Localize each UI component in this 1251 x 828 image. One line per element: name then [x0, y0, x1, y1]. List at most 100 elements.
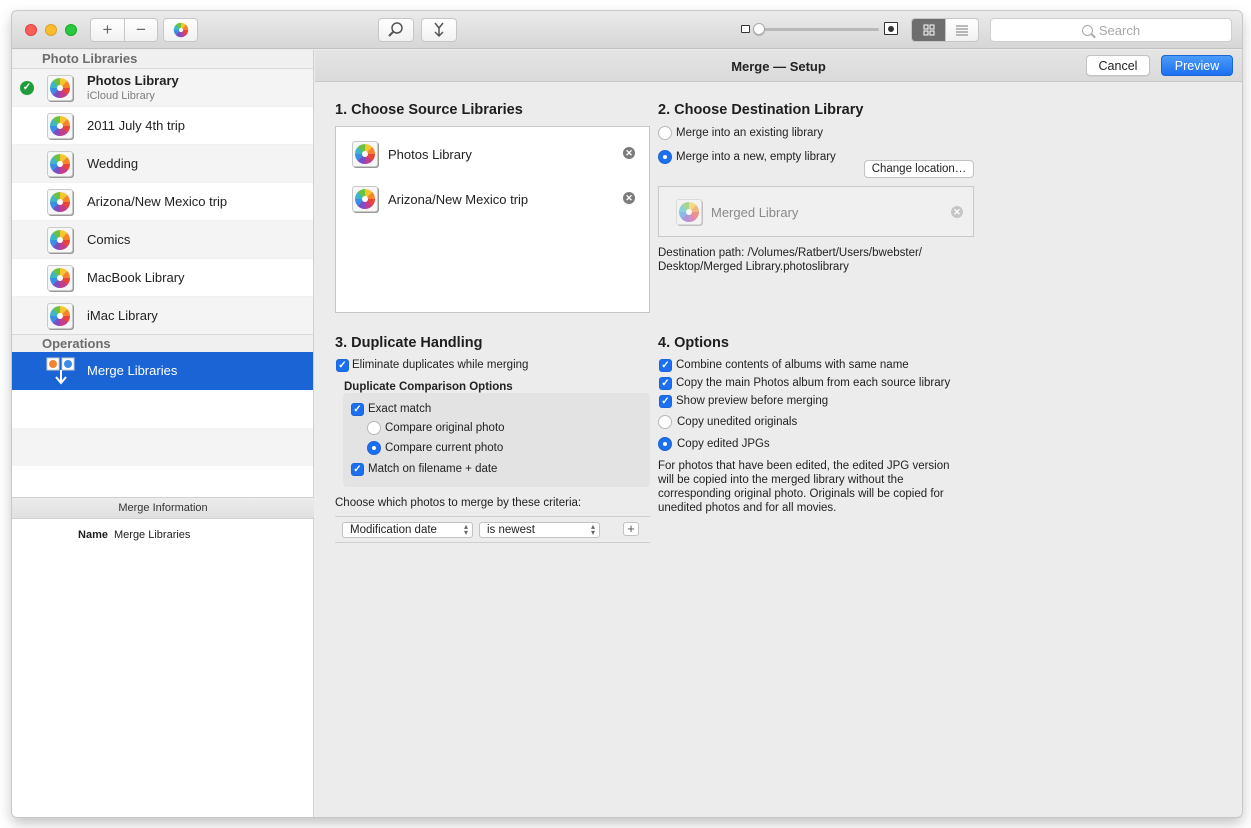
merge-arrow-icon [434, 22, 444, 38]
list-view-button[interactable] [945, 19, 978, 41]
photos-library-icon [352, 186, 378, 212]
sidebar-item-photos-library[interactable]: ✓ Photos Library iCloud Library [12, 68, 313, 106]
photos-icon [171, 21, 190, 40]
remove-button[interactable]: − [124, 19, 157, 41]
photos-library-icon [47, 227, 73, 253]
preview-button[interactable]: Preview [1161, 55, 1233, 76]
remove-source-icon[interactable]: ✕ [623, 147, 635, 159]
minimize-window-button[interactable] [45, 24, 57, 36]
library-name: iMac Library [87, 308, 158, 323]
list-icon [956, 25, 968, 36]
photos-library-icon [676, 199, 702, 225]
library-name: Comics [87, 232, 131, 247]
criteria-label: Choose which photos to merge by these cr… [335, 497, 582, 509]
photos-app-button[interactable] [163, 18, 198, 42]
photos-library-icon [352, 141, 378, 167]
copy-edited-radio[interactable] [658, 437, 672, 451]
source-libraries-list: Photos Library ✕ Arizona/New Mexico trip… [335, 126, 650, 313]
empty-row [12, 390, 313, 428]
sidebar-item-merge-libraries[interactable]: Merge Libraries [12, 352, 313, 390]
copy-unedited-label: Copy unedited originals [677, 416, 798, 428]
thumbnail-size-slider[interactable] [741, 22, 899, 36]
sidebar-item-library[interactable]: MacBook Library [12, 258, 313, 296]
source-libraries-heading: 1. Choose Source Libraries [335, 102, 523, 118]
photos-library-icon [47, 75, 73, 101]
zoom-window-button[interactable] [65, 24, 77, 36]
search-field[interactable]: Search [990, 18, 1232, 42]
criteria-rule-popup[interactable]: is newest ▴ ▾ [479, 522, 600, 538]
show-preview-checkbox[interactable]: ✓ [659, 395, 672, 408]
merge-new-label: Merge into a new, empty library [676, 151, 836, 163]
photos-library-icon [47, 151, 73, 177]
operation-label: Merge Libraries [87, 363, 178, 378]
change-location-button[interactable]: Change location… [864, 160, 974, 178]
combine-albums-label: Combine contents of albums with same nam… [676, 359, 909, 371]
merge-information-header: Merge Information [12, 497, 314, 519]
merge-new-radio[interactable] [658, 150, 672, 164]
destination-library-heading: 2. Choose Destination Library [658, 102, 864, 118]
criteria-bar: Modification date ▴ ▾ is newest ▴ ▾ + [335, 516, 650, 543]
slider-track [755, 28, 879, 31]
sidebar-item-library[interactable]: 2011 July 4th trip [12, 106, 313, 144]
criteria-field-popup[interactable]: Modification date ▴ ▾ [342, 522, 473, 538]
info-value: Merge Libraries [114, 529, 191, 541]
copy-edited-label: Copy edited JPGs [677, 438, 770, 450]
sidebar-item-library[interactable]: Comics [12, 220, 313, 258]
view-mode-segment [911, 18, 979, 42]
sidebar-item-library[interactable]: iMac Library [12, 296, 313, 334]
large-photo-icon [884, 22, 898, 35]
show-preview-label: Show preview before merging [676, 395, 829, 407]
add-criteria-button[interactable]: + [623, 522, 639, 536]
popup-arrows-icon: ▴ ▾ [590, 522, 595, 537]
add-button[interactable]: + [91, 19, 124, 41]
criteria-rule-value: is newest [487, 524, 535, 536]
search-icon [1081, 24, 1093, 36]
filename-date-checkbox[interactable]: ✓ [351, 463, 364, 476]
copy-main-album-label: Copy the main Photos album from each sou… [676, 377, 951, 389]
compare-current-radio[interactable] [367, 441, 381, 455]
library-name: 2011 July 4th trip [87, 118, 186, 133]
operations-header: Operations [12, 334, 313, 352]
photos-library-icon [47, 265, 73, 291]
slider-knob[interactable] [753, 23, 765, 35]
library-subtitle: iCloud Library [87, 90, 155, 102]
exact-match-checkbox[interactable]: ✓ [351, 403, 364, 416]
photos-library-icon [47, 113, 73, 139]
copy-main-album-checkbox[interactable]: ✓ [659, 377, 672, 390]
combine-albums-checkbox[interactable]: ✓ [659, 359, 672, 372]
add-remove-segment: + − [90, 18, 158, 42]
copy-unedited-radio[interactable] [658, 415, 672, 429]
clear-destination-icon[interactable]: ✕ [951, 206, 963, 218]
compare-original-label: Compare original photo [385, 422, 505, 434]
sidebar-item-library[interactable]: Arizona/New Mexico trip [12, 182, 313, 220]
source-library-name: Arizona/New Mexico trip [388, 192, 529, 207]
source-library-item[interactable]: Arizona/New Mexico trip ✕ [336, 176, 649, 216]
photos-library-icon [47, 189, 73, 215]
grid-view-button[interactable] [912, 19, 945, 41]
eliminate-duplicates-checkbox[interactable]: ✓ [336, 359, 349, 372]
photo-libraries-header: Photo Libraries [12, 50, 313, 68]
merge-button[interactable] [421, 18, 457, 42]
app-window: + − Search Photo Libraries ✓ Photos Libr… [12, 11, 1242, 817]
remove-source-icon[interactable]: ✕ [623, 192, 635, 204]
popup-arrows-icon: ▴ ▾ [463, 522, 468, 537]
toolbar: + − Search [12, 11, 1242, 49]
options-heading: 4. Options [658, 335, 729, 351]
sidebar: Photo Libraries ✓ Photos Library iCloud … [12, 50, 314, 817]
library-name: MacBook Library [87, 270, 185, 285]
exact-match-label: Exact match [368, 403, 432, 415]
main-panel: Merge — Setup Cancel Preview 1. Choose S… [315, 50, 1242, 817]
merge-existing-label: Merge into an existing library [676, 127, 824, 139]
close-window-button[interactable] [25, 24, 37, 36]
library-name: Wedding [87, 156, 139, 171]
sidebar-item-library[interactable]: Wedding [12, 144, 313, 182]
small-photo-icon [741, 25, 750, 33]
photos-library-icon [47, 303, 73, 329]
info-key: Name [78, 529, 108, 541]
inspect-button[interactable] [378, 18, 414, 42]
source-library-item[interactable]: Photos Library ✕ [336, 131, 649, 171]
merge-libraries-icon [46, 357, 75, 385]
compare-original-radio[interactable] [367, 421, 381, 435]
merge-existing-radio[interactable] [658, 126, 672, 140]
cancel-button[interactable]: Cancel [1086, 55, 1150, 76]
